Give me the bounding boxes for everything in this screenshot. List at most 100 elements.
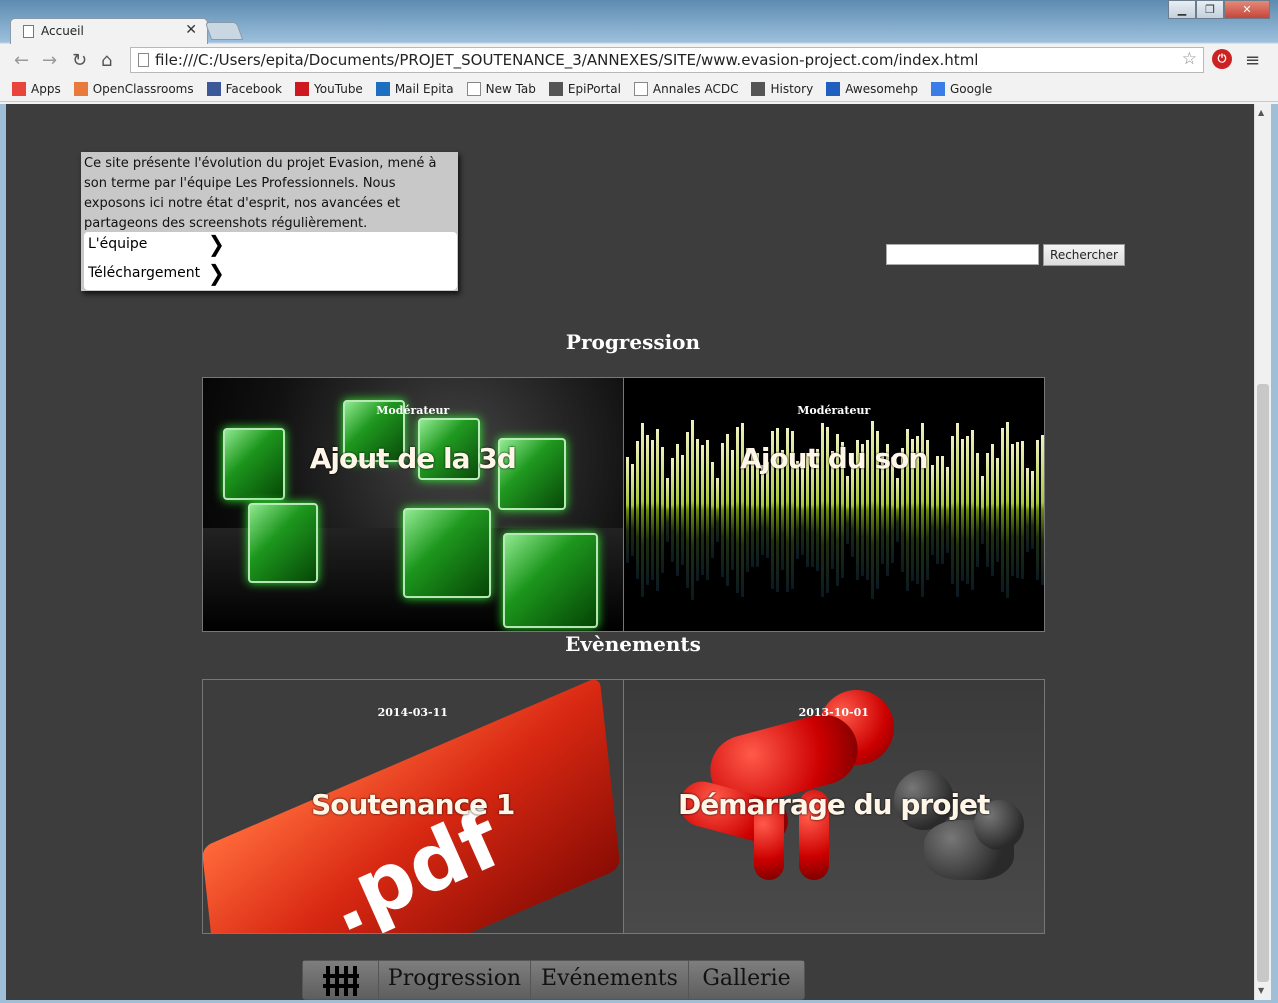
awesomehp-icon — [826, 81, 841, 96]
home-icon[interactable]: ⌂ — [101, 50, 112, 71]
equalizer-bar — [795, 460, 799, 560]
green-cube — [503, 533, 598, 628]
progression-grid: Modérateur Ajout de la 3d Modérateur Ajo… — [202, 377, 1045, 632]
page-scrollbar[interactable]: ▲ ▼ — [1254, 104, 1271, 1000]
window-frame — [0, 104, 6, 1003]
bookmarks-bar: Apps OpenClassrooms Facebook YouTube Mail Ep… — [0, 76, 1278, 102]
address-bar[interactable]: file:///C:/Users/epita/Documents/PROJET_… — [130, 47, 1204, 73]
bookmark-item[interactable]: Google — [931, 81, 993, 96]
reload-icon[interactable]: ↻ — [72, 50, 87, 71]
events-title: Evènements — [565, 632, 701, 656]
adblock-icon[interactable]: ⏻ — [1212, 49, 1232, 69]
window-close-icon[interactable]: ✕ — [1224, 0, 1270, 19]
google-icon — [931, 81, 945, 96]
bookmark-label: Facebook — [225, 81, 283, 96]
intro-text: Ce site présente l'évolution du projet E… — [84, 156, 437, 231]
equalizer-bar — [630, 464, 634, 556]
bookmark-star-icon[interactable]: ☆ — [1182, 49, 1197, 69]
bookmark-label: OpenClassrooms — [92, 81, 194, 96]
bookmark-item[interactable]: Annales ACDC — [633, 81, 738, 96]
card-subtitle: Modérateur — [376, 404, 450, 417]
card-title: Soutenance 1 — [311, 788, 515, 821]
bookmark-label: New Tab — [485, 81, 536, 96]
search-button[interactable]: Rechercher — [1043, 244, 1125, 266]
equalizer-bar — [850, 463, 854, 557]
footer-gallery-link[interactable]: Gallerie — [689, 961, 804, 999]
card-title: Ajout du son — [740, 442, 928, 475]
equalizer-bar — [765, 462, 769, 558]
bookmark-label: EpiPortal — [567, 81, 621, 96]
event-card-demarrage[interactable]: 2013-10-01 Démarrage du projet — [623, 680, 1044, 933]
scroll-down-icon[interactable]: ▼ — [1258, 986, 1264, 995]
bookmark-item[interactable]: Facebook — [206, 81, 283, 96]
equalizer-bar — [930, 464, 934, 556]
equalizer-bar — [895, 477, 899, 543]
footer-home-button[interactable] — [303, 961, 379, 999]
equalizer-bar — [665, 478, 669, 542]
equalizer-bar — [1030, 470, 1034, 550]
bookmark-label: YouTube — [314, 81, 363, 96]
bookmark-item[interactable]: EpiPortal — [548, 81, 621, 96]
equalizer-bar — [715, 477, 719, 543]
bookmark-item[interactable]: New Tab — [466, 81, 536, 96]
back-arrow-icon[interactable]: ← — [14, 50, 29, 71]
bookmark-item[interactable]: Apps — [12, 81, 61, 96]
scroll-up-icon[interactable]: ▲ — [1258, 108, 1264, 117]
page-icon — [138, 53, 149, 67]
download-link[interactable]: Téléchargement — [88, 265, 200, 281]
event-card-soutenance[interactable]: .pdf 2014-03-11 Soutenance 1 — [203, 680, 624, 933]
footer-events-link[interactable]: Evénements — [531, 961, 689, 999]
card-subtitle: Modérateur — [797, 404, 871, 417]
clock-icon — [751, 81, 766, 96]
bookmark-label: Awesomehp — [845, 81, 918, 96]
page-icon — [633, 81, 648, 96]
browser-tab[interactable]: Accueil ✕ — [10, 18, 208, 44]
chevron-right-icon[interactable]: ❯ — [208, 231, 225, 257]
card-title: Démarrage du projet — [678, 788, 990, 821]
bookmark-item[interactable]: Awesomehp — [826, 81, 918, 96]
equalizer-bar — [710, 461, 714, 559]
bookmark-label: Google — [950, 81, 993, 96]
window-controls: ▁ ❐ ✕ — [1168, 0, 1270, 19]
equalizer-bar — [980, 475, 984, 545]
equalizer-bar — [845, 476, 849, 544]
restore-icon[interactable]: ❐ — [1196, 0, 1224, 19]
bookmark-label: Mail Epita — [394, 81, 454, 96]
team-link[interactable]: L'équipe — [88, 236, 147, 252]
grid-gate-icon — [322, 966, 359, 996]
bookmark-item[interactable]: YouTube — [295, 81, 363, 96]
bookmark-item[interactable]: OpenClassrooms — [73, 81, 194, 96]
page-icon — [23, 25, 34, 38]
equalizer-bar — [945, 466, 949, 554]
equalizer-bar — [1025, 467, 1029, 553]
page-icon — [466, 81, 481, 96]
minimize-icon[interactable]: ▁ — [1168, 0, 1196, 19]
url-text: file:///C:/Users/epita/Documents/PROJET_… — [155, 51, 979, 69]
footer-nav: Progression Evénements Gallerie — [302, 960, 805, 1000]
youtube-icon — [295, 81, 310, 96]
events-grid: .pdf 2014-03-11 Soutenance 1 2013-10-01 … — [202, 679, 1045, 934]
forward-arrow-icon[interactable]: → — [42, 50, 57, 71]
chevron-right-icon[interactable]: ❯ — [208, 260, 225, 286]
close-tab-icon[interactable]: ✕ — [185, 22, 197, 38]
progression-card-3d[interactable]: Modérateur Ajout de la 3d — [203, 378, 624, 631]
browser-toolbar: ← → ↻ ⌂ file:///C:/Users/epita/Documents… — [0, 44, 1278, 76]
window-frame — [1271, 104, 1278, 1003]
bookmark-label: History — [770, 81, 814, 96]
scroll-thumb[interactable] — [1257, 384, 1269, 982]
equalizer-bar — [760, 464, 764, 556]
footer-progression-link[interactable]: Progression — [379, 961, 531, 999]
progression-card-sound[interactable]: Modérateur Ajout du son — [623, 378, 1044, 631]
menu-icon[interactable]: ≡ — [1245, 50, 1260, 71]
intro-box: Ce site présente l'évolution du projet E… — [81, 152, 458, 291]
search-input[interactable] — [886, 244, 1039, 265]
new-tab-button[interactable] — [204, 22, 244, 40]
page-content: Ce site présente l'évolution du projet E… — [6, 104, 1254, 1000]
card-date: 2014-03-11 — [377, 706, 448, 719]
bookmark-item[interactable]: Mail Epita — [375, 81, 454, 96]
facebook-icon — [206, 81, 221, 96]
bookmark-label: Apps — [31, 81, 61, 96]
folder-icon — [548, 81, 563, 96]
progression-title: Progression — [565, 330, 701, 354]
bookmark-item[interactable]: History — [751, 81, 814, 96]
